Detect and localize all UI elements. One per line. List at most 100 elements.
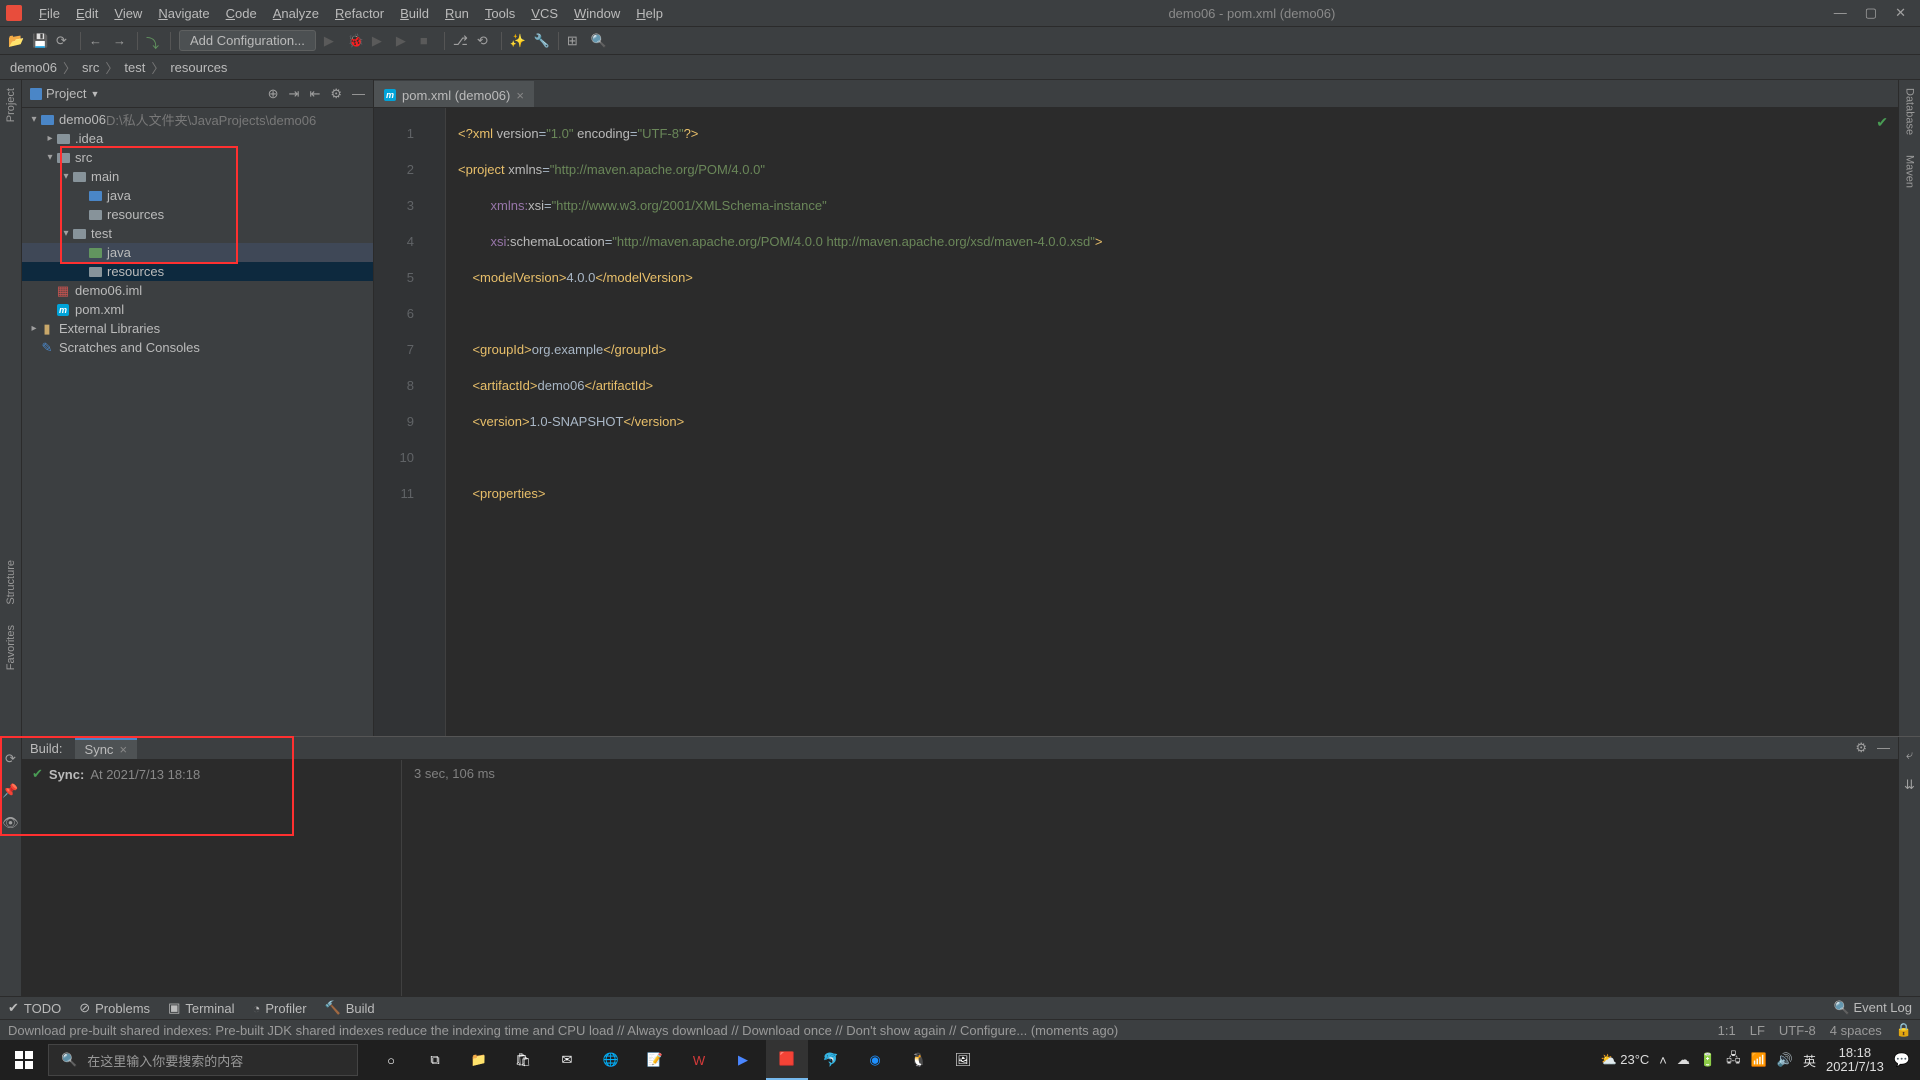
tree-row-main[interactable]: ▾main bbox=[22, 167, 373, 186]
forward-icon[interactable]: → bbox=[113, 33, 129, 49]
search-everywhere-icon[interactable]: 🔍 bbox=[591, 33, 607, 49]
breadcrumb-item[interactable]: src bbox=[82, 60, 99, 75]
structure-icon[interactable]: ⊞ bbox=[567, 33, 583, 49]
pin-icon[interactable]: 📌 bbox=[2, 783, 18, 799]
menu-navigate[interactable]: Navigate bbox=[151, 3, 216, 24]
coverage-icon[interactable]: ▶ bbox=[372, 33, 388, 49]
onedrive-icon[interactable]: ☁ bbox=[1677, 1052, 1690, 1068]
menu-view[interactable]: View bbox=[107, 3, 149, 24]
expand-icon[interactable]: ⇥ bbox=[289, 86, 300, 102]
minimize-button[interactable]: — bbox=[1834, 5, 1847, 21]
picture-icon[interactable]: 🖼 bbox=[942, 1040, 984, 1080]
battery-icon[interactable]: 🔋 bbox=[1700, 1052, 1716, 1068]
project-tool-tab[interactable]: Project bbox=[5, 88, 17, 122]
menu-edit[interactable]: Edit bbox=[69, 3, 105, 24]
explorer-icon[interactable]: 📁 bbox=[458, 1040, 500, 1080]
mail-icon[interactable]: ✉ bbox=[546, 1040, 588, 1080]
event-log-tab[interactable]: 🔍 Event Log bbox=[1834, 1000, 1912, 1016]
status-message[interactable]: Download pre-built shared indexes: Pre-b… bbox=[8, 1023, 1118, 1038]
close-tab-icon[interactable]: × bbox=[516, 88, 524, 103]
view-icon[interactable]: 👁 bbox=[2, 815, 19, 831]
notifications-icon[interactable]: 💬 bbox=[1894, 1052, 1910, 1068]
build-output[interactable]: 3 sec, 106 ms bbox=[402, 760, 1898, 996]
run-icon[interactable]: ▶ bbox=[324, 33, 340, 49]
task-view-icon[interactable]: ⧉ bbox=[414, 1040, 456, 1080]
tree-row-java[interactable]: java bbox=[22, 186, 373, 205]
ime-indicator[interactable]: 英 bbox=[1803, 1051, 1816, 1070]
stop-icon[interactable]: ■ bbox=[420, 33, 436, 49]
volume-icon[interactable]: 🔊 bbox=[1777, 1052, 1793, 1068]
taskbar-search[interactable]: 🔍 在这里输入你要搜索的内容 bbox=[48, 1044, 358, 1076]
network-icon[interactable]: 🖧 bbox=[1726, 1049, 1741, 1071]
hide-icon[interactable]: — bbox=[1877, 740, 1890, 756]
breadcrumb-item[interactable]: resources bbox=[170, 60, 227, 75]
code-editor[interactable]: 1234567891011 <?xml version="1.0" encodi… bbox=[374, 108, 1898, 736]
build-sync-row[interactable]: ✔ Sync: At 2021/7/13 18:18 bbox=[32, 766, 391, 782]
dolphin-icon[interactable]: 🐬 bbox=[810, 1040, 852, 1080]
build-icon[interactable]: ⤵ bbox=[146, 33, 162, 49]
start-button[interactable] bbox=[0, 1051, 48, 1069]
tree-row-Scratches and Consoles[interactable]: ✎Scratches and Consoles bbox=[22, 338, 373, 357]
collapse-icon[interactable]: ⇤ bbox=[309, 86, 320, 102]
menu-code[interactable]: Code bbox=[219, 3, 264, 24]
tool-tab-profiler[interactable]: ◔Profiler bbox=[252, 1001, 306, 1016]
project-view-selector[interactable]: Project ▼ bbox=[30, 86, 99, 101]
hide-icon[interactable]: — bbox=[352, 86, 365, 102]
soft-wrap-icon[interactable]: ⤶ bbox=[1906, 747, 1913, 763]
editor-tab-pom[interactable]: m pom.xml (demo06) × bbox=[374, 81, 534, 107]
tool-tab-problems[interactable]: ⊘Problems bbox=[79, 1000, 150, 1016]
menu-run[interactable]: Run bbox=[438, 3, 476, 24]
sync-icon[interactable]: ⟳ bbox=[56, 33, 72, 49]
menu-build[interactable]: Build bbox=[393, 3, 436, 24]
breadcrumb-item[interactable]: test bbox=[124, 60, 145, 75]
rerun-icon[interactable]: ⟳ bbox=[5, 751, 16, 767]
back-icon[interactable]: ← bbox=[89, 33, 105, 49]
chrome-icon[interactable]: 🌐 bbox=[590, 1040, 632, 1080]
tree-row-.idea[interactable]: ▸.idea bbox=[22, 129, 373, 148]
menu-refactor[interactable]: Refactor bbox=[328, 3, 391, 24]
database-tool-tab[interactable]: Database bbox=[1904, 88, 1916, 135]
menu-vcs[interactable]: VCS bbox=[524, 3, 565, 24]
tray-chevron-icon[interactable]: ˄ bbox=[1659, 1053, 1667, 1068]
menu-window[interactable]: Window bbox=[567, 3, 627, 24]
weather-widget[interactable]: ⛅ 23°C bbox=[1600, 1052, 1649, 1068]
reload-icon[interactable]: ⟲ bbox=[477, 33, 493, 49]
indent[interactable]: 4 spaces bbox=[1830, 1023, 1882, 1038]
tree-row-src[interactable]: ▾src bbox=[22, 148, 373, 167]
tool-tab-terminal[interactable]: ▣Terminal bbox=[168, 1000, 234, 1016]
cortana-icon[interactable]: ○ bbox=[370, 1040, 412, 1080]
clock[interactable]: 18:18 2021/7/13 bbox=[1826, 1046, 1884, 1074]
line-ending[interactable]: LF bbox=[1750, 1023, 1765, 1038]
favorites-tool-tab[interactable]: Favorites bbox=[5, 625, 17, 670]
gear-icon[interactable]: ⚙ bbox=[1855, 740, 1867, 756]
settings-icon[interactable]: ⚙ bbox=[330, 86, 342, 102]
tool-tab-todo[interactable]: ✔TODO bbox=[8, 1000, 61, 1016]
open-icon[interactable]: 📂 bbox=[8, 33, 24, 49]
tree-row-External Libraries[interactable]: ▸▮External Libraries bbox=[22, 319, 373, 338]
run-config-selector[interactable]: Add Configuration... bbox=[179, 30, 316, 51]
notes-icon[interactable]: 📝 bbox=[634, 1040, 676, 1080]
maven-tool-tab[interactable]: Maven bbox=[1904, 155, 1916, 188]
encoding[interactable]: UTF-8 bbox=[1779, 1023, 1816, 1038]
locate-icon[interactable]: ⊕ bbox=[268, 86, 279, 102]
breadcrumb-item[interactable]: demo06 bbox=[10, 60, 57, 75]
store-icon[interactable]: 🛍 bbox=[502, 1040, 544, 1080]
tree-row-demo06[interactable]: ▾demo06 D:\私人文件夹\JavaProjects\demo06 bbox=[22, 110, 373, 129]
scroll-icon[interactable]: ⇊ bbox=[1904, 777, 1915, 793]
build-sync-tab[interactable]: Sync × bbox=[75, 738, 138, 759]
menu-file[interactable]: File bbox=[32, 3, 67, 24]
lock-icon[interactable]: 🔒 bbox=[1896, 1022, 1912, 1038]
tree-row-demo06.iml[interactable]: ▦demo06.iml bbox=[22, 281, 373, 300]
close-tab-icon[interactable]: × bbox=[119, 742, 127, 757]
intellij-icon[interactable]: 🟥 bbox=[766, 1040, 808, 1080]
qq-icon[interactable]: 🐧 bbox=[898, 1040, 940, 1080]
code-text[interactable]: <?xml version="1.0" encoding="UTF-8"?> <… bbox=[446, 108, 1898, 736]
tree-row-pom.xml[interactable]: mpom.xml bbox=[22, 300, 373, 319]
menu-help[interactable]: Help bbox=[629, 3, 670, 24]
tree-row-test[interactable]: ▾test bbox=[22, 224, 373, 243]
profile-icon[interactable]: ▶ bbox=[396, 33, 412, 49]
inspection-ok-icon[interactable]: ✔ bbox=[1876, 114, 1888, 131]
tree-row-java[interactable]: java bbox=[22, 243, 373, 262]
maximize-button[interactable]: ▢ bbox=[1865, 5, 1877, 21]
tree-row-resources[interactable]: resources bbox=[22, 205, 373, 224]
